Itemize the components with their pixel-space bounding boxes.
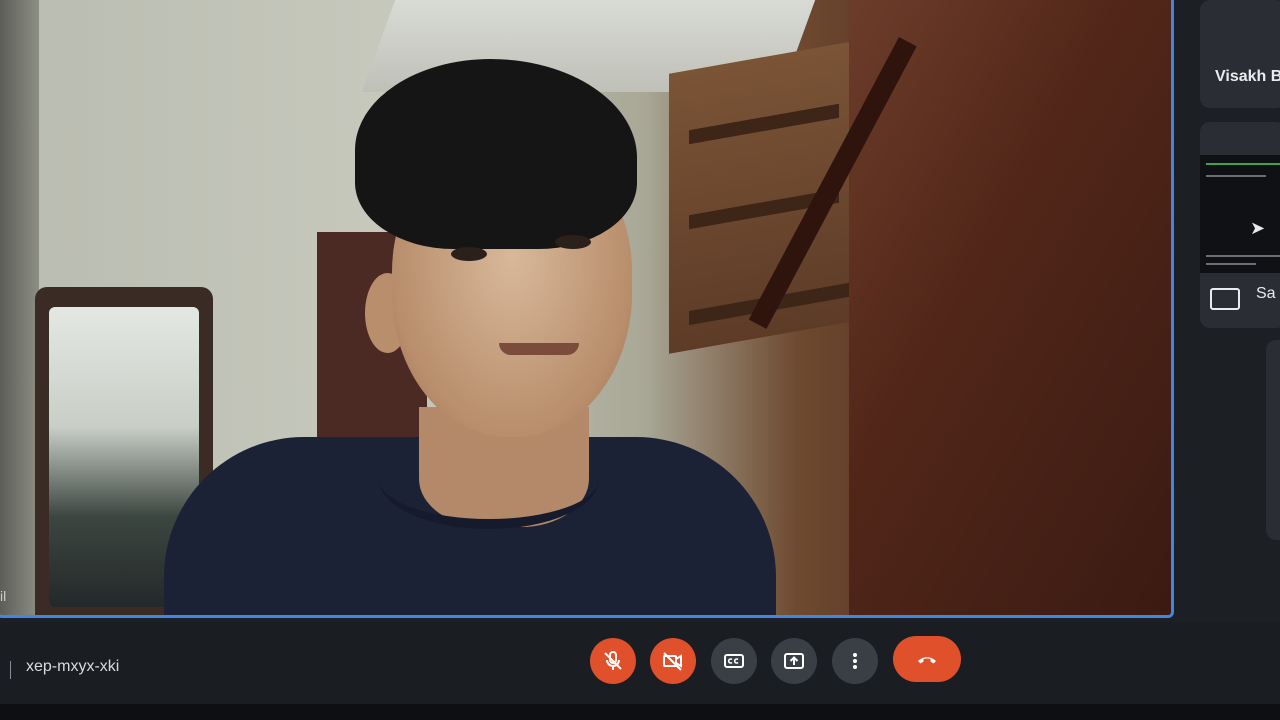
participant-video [451, 247, 487, 261]
participant-name: Visakh B [1215, 68, 1280, 85]
divider [10, 661, 11, 679]
participant-video [355, 59, 637, 249]
monitor-bezel [0, 704, 1280, 720]
mic-off-icon [604, 651, 622, 670]
participant-video [499, 343, 579, 355]
present-now-button[interactable] [771, 638, 817, 684]
videocam-off-icon [663, 652, 682, 671]
video-background [0, 0, 39, 615]
present-screen-icon [1210, 288, 1240, 310]
participant-tile[interactable] [1200, 0, 1280, 108]
screen-share-preview [1200, 155, 1280, 273]
main-video-tile[interactable] [0, 0, 1174, 618]
video-background [849, 0, 1171, 615]
more-options-button[interactable] [832, 638, 878, 684]
participant-name: Sa [1256, 285, 1276, 302]
leave-call-button[interactable] [893, 636, 961, 682]
participant-name-label: il [0, 588, 7, 604]
captions-toggle-button[interactable] [711, 638, 757, 684]
call-end-icon [918, 657, 936, 664]
more-vert-icon [853, 653, 857, 669]
participant-video [379, 429, 599, 529]
present-screen-icon [784, 653, 804, 669]
camera-toggle-button[interactable] [650, 638, 696, 684]
meeting-screen: il Visakh B ➤ Sa xep-mxyx-xki [0, 0, 1280, 720]
participant-tile[interactable] [1266, 340, 1280, 540]
microphone-toggle-button[interactable] [590, 638, 636, 684]
participant-video [555, 235, 591, 249]
closed-caption-icon [724, 654, 744, 668]
mouse-cursor-icon: ➤ [1250, 218, 1266, 238]
meeting-code: xep-mxyx-xki [26, 658, 120, 675]
